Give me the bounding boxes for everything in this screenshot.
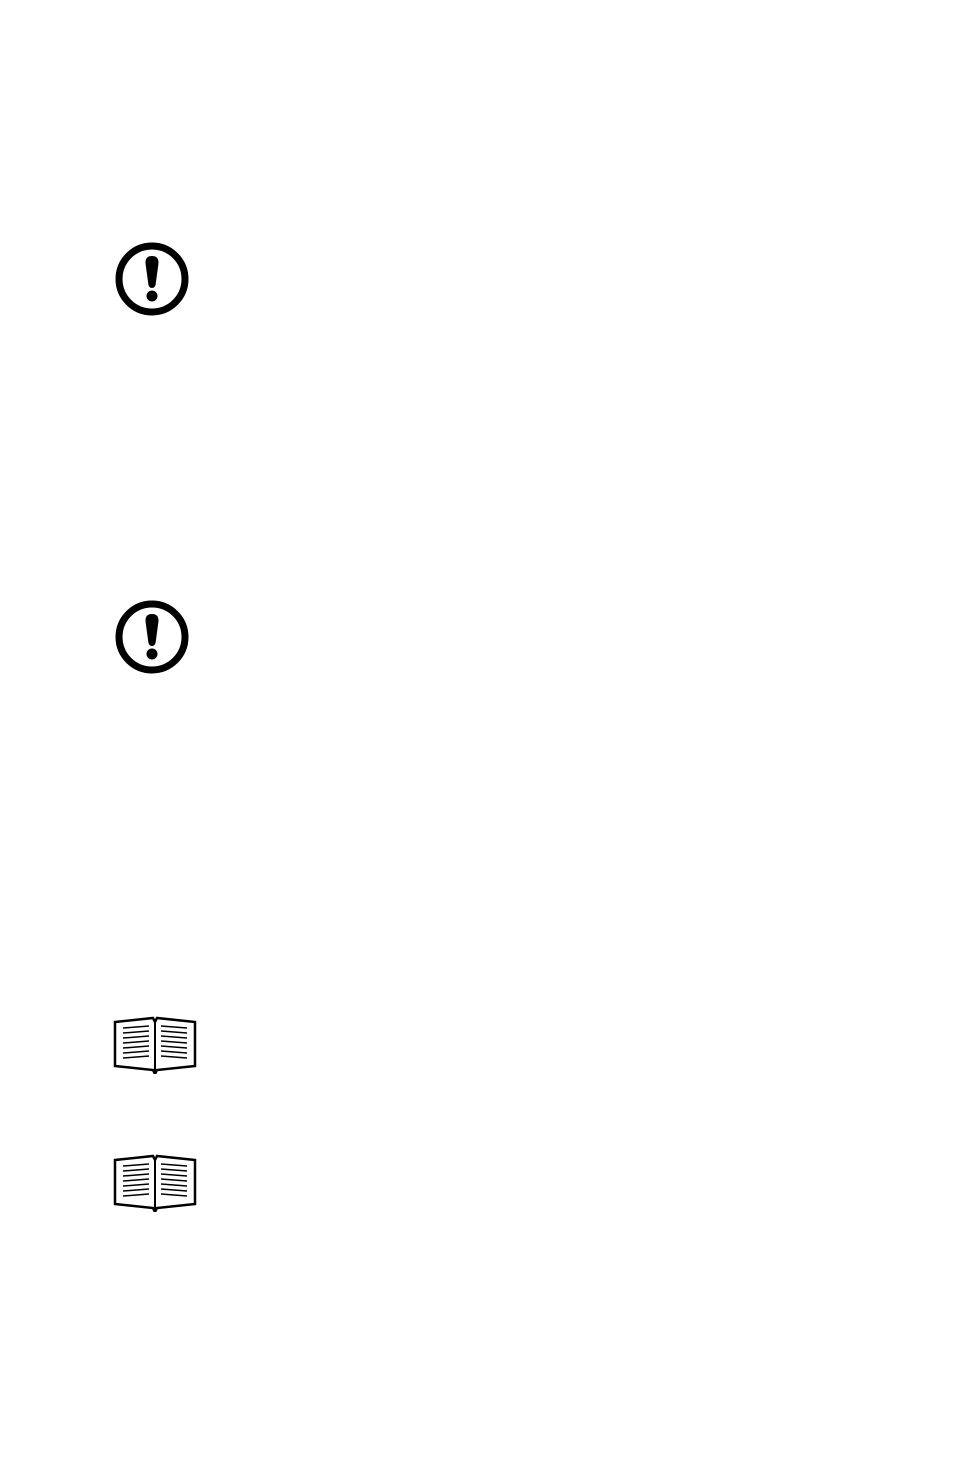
icon-column (113, 1016, 213, 1074)
section-caution-2 (113, 598, 844, 676)
icon-column (113, 240, 213, 318)
book-icon (113, 1016, 197, 1074)
section-reference-2 (113, 1154, 844, 1212)
section-reference-1 (113, 1016, 844, 1074)
book-icon (113, 1154, 197, 1212)
section-caution-1 (113, 240, 844, 318)
caution-circle-icon (113, 240, 191, 318)
icon-column (113, 598, 213, 676)
icon-column (113, 1154, 213, 1212)
caution-circle-icon (113, 598, 191, 676)
